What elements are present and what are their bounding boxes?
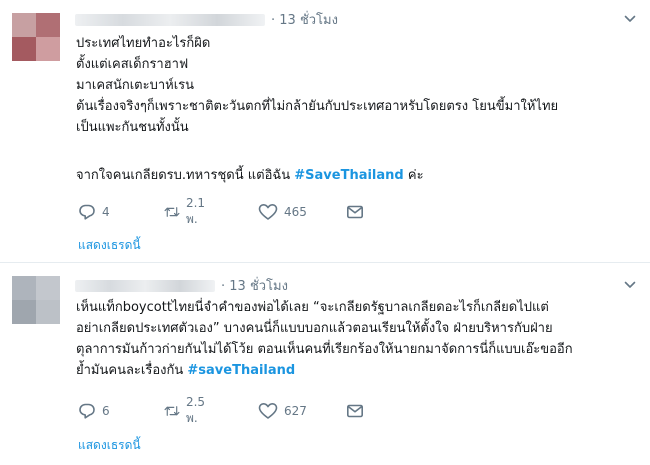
tweet-text-segment: จากใจคนเกลียดรบ.ทหารชุดนี้ แต่อิฉัน <box>76 168 295 183</box>
tweet-text-segment: ย้ำมันคนละเรื่องกัน <box>76 363 188 378</box>
direct-message-button[interactable] <box>346 401 364 421</box>
retweet-count: 2.5 พ. <box>185 394 206 425</box>
show-thread-link[interactable]: แสดงเธรดนี้ <box>78 436 141 455</box>
tweet-text-line: ตั้งแต่เคสเด็กราฮาฟ <box>76 57 189 72</box>
avatar-tile <box>36 276 60 300</box>
tweet-text-line: เห็นแท็กboycottไทยนี่จำคำของพ่อได้เลย “จ… <box>76 300 549 315</box>
tweet-text-closing-line: จากใจคนเกลียดรบ.ทหารชุดนี้ แต่อิฉัน #Sav… <box>76 165 641 186</box>
reply-button[interactable]: 4 <box>78 202 110 222</box>
chevron-down-icon[interactable] <box>624 13 636 25</box>
avatar-tile <box>36 13 60 37</box>
reply-button[interactable]: 6 <box>78 401 110 421</box>
tweet-text-line: เป็นแพะกันชนทั้งนั้น <box>76 120 189 135</box>
like-button[interactable]: 465 <box>258 202 307 222</box>
tweet-text-line: ตุลาการมันก้าวก่ายกันไม่ได้โว้ย ตอนเห็นค… <box>76 342 573 357</box>
avatar-tile <box>36 300 60 324</box>
reply-count: 6 <box>102 404 110 418</box>
like-icon <box>258 403 278 419</box>
retweet-icon <box>164 406 180 416</box>
reply-icon <box>79 403 95 419</box>
tweet-text-last-line: ย้ำมันคนละเรื่องกัน #saveThailand <box>76 360 641 381</box>
direct-message-button[interactable] <box>346 202 364 222</box>
tweet-header: · 13 ชั่วโมง <box>75 275 288 294</box>
tweet-timestamp[interactable]: · 13 ชั่วโมง <box>221 279 288 294</box>
retweet-button[interactable]: 2.1 พ. <box>164 196 211 226</box>
avatar-tile <box>36 37 60 61</box>
hashtag-link[interactable]: #saveThailand <box>187 363 295 378</box>
avatar-tile <box>12 37 36 61</box>
tweet-header: · 13 ชั่วโมง <box>75 9 338 28</box>
like-count: 465 <box>284 205 307 219</box>
avatar-tile <box>12 300 36 324</box>
tweet-text-segment: ค่ะ <box>403 168 424 183</box>
reply-icon <box>79 204 95 220</box>
reply-count: 4 <box>102 205 110 219</box>
author-name-redacted[interactable] <box>75 13 265 26</box>
tweet-text: เห็นแท็กboycottไทยนี่จำคำของพ่อได้เลย “จ… <box>76 297 641 381</box>
like-button[interactable]: 627 <box>258 401 307 421</box>
avatar-tile <box>12 13 36 37</box>
retweet-button[interactable]: 2.5 พ. <box>164 395 211 425</box>
like-count: 627 <box>284 404 307 418</box>
avatar[interactable] <box>12 13 60 61</box>
hashtag-link[interactable]: #SaveThailand <box>294 168 403 183</box>
tweet[interactable]: · 13 ชั่วโมง เห็นแท็กboycottไทยนี่จำคำขอ… <box>0 263 650 465</box>
tweet-text-line: มาเคสนักเตะบาห์เรน <box>76 78 195 93</box>
tweet[interactable]: · 13 ชั่วโมง ประเทศไทยทำอะไรก็ผิด ตั้งแต… <box>0 0 650 262</box>
retweet-count: 2.1 พ. <box>185 195 206 226</box>
dm-icon <box>346 205 363 219</box>
avatar-tile <box>12 276 36 300</box>
retweet-icon <box>164 207 180 217</box>
avatar[interactable] <box>12 276 60 324</box>
tweet-text-line: ประเทศไทยทำอะไรก็ผิด <box>76 36 211 51</box>
like-icon <box>258 204 278 220</box>
chevron-down-icon[interactable] <box>624 279 636 291</box>
tweet-text-blank-line <box>76 138 641 159</box>
tweet-timestamp[interactable]: · 13 ชั่วโมง <box>271 13 338 28</box>
tweet-text: ประเทศไทยทำอะไรก็ผิด ตั้งแต่เคสเด็กราฮาฟ… <box>76 33 641 186</box>
dm-icon <box>346 404 363 418</box>
tweet-text-line: อย่าเกลียดประเทศตัวเอง” บางคนนี่ก็แบบบอก… <box>76 321 553 336</box>
author-name-redacted[interactable] <box>75 279 215 292</box>
tweet-text-line: ต้นเรื่องจริงๆก็เพราะชาติตะวันตกที่ไม่กล… <box>76 99 559 114</box>
show-thread-link[interactable]: แสดงเธรดนี้ <box>78 236 141 255</box>
